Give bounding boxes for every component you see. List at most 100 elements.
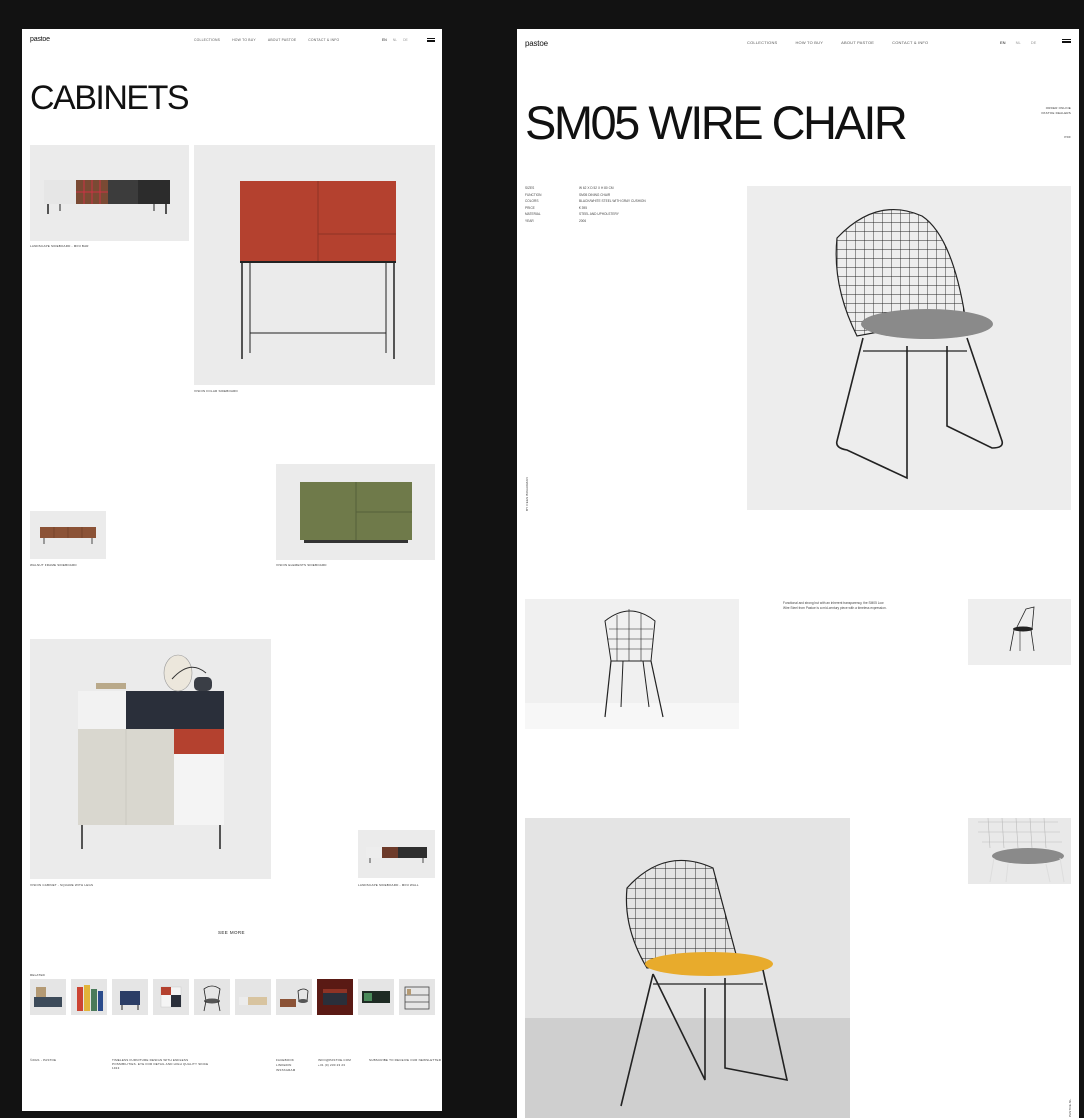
product-image-walnut-sideboard[interactable] (30, 511, 106, 559)
footer-social: FACEBOOK LINKEDIN INSTAGRAM (276, 1058, 295, 1072)
spec-label: YEAR (525, 218, 534, 223)
vision-tall-illustration (240, 181, 396, 359)
product-page: pastoe COLLECTIONS HOW TO BUY ABOUT PAST… (517, 29, 1079, 1118)
instagram-link[interactable]: INSTAGRAM (276, 1068, 295, 1072)
facebook-link[interactable]: FACEBOOK (276, 1058, 295, 1062)
wire-chair-side-illustration (525, 609, 739, 729)
nav-how-to-buy[interactable]: HOW TO BUY (795, 40, 823, 45)
spec-label: MATERIAL (525, 212, 541, 217)
nav-about-pastoe[interactable]: ABOUT PASTOE (841, 40, 874, 45)
related-thumb[interactable] (276, 979, 312, 1015)
product-image-detail[interactable] (968, 818, 1071, 884)
spec-label: SIZES (525, 186, 535, 190)
footer-tagline: TIMELESS FURNITURE DESIGN WITH ENDLESS P… (112, 1058, 209, 1070)
spec-label: FUNCTION (525, 192, 542, 197)
order-links: ORDER ONLINE PASTOE DEALERS (1041, 106, 1071, 115)
product-image-main[interactable] (747, 186, 1071, 510)
lang-de[interactable]: DE (403, 38, 408, 42)
lang-en[interactable]: EN (382, 38, 387, 42)
landscape-sideboard-illustration (44, 180, 170, 214)
top-nav: COLLECTIONS HOW TO BUY ABOUT PASTOE CONT… (194, 38, 339, 42)
spec-value: BLACK/WHITE STEEL WITH GRAY CUSHION (579, 199, 646, 204)
related-thumbnails (30, 979, 435, 1015)
product-image-vision-square[interactable] (30, 639, 271, 879)
lang-nl[interactable]: NL (393, 38, 397, 42)
thumb-6-illustration (239, 997, 267, 1005)
wire-chair-gray-illustration (835, 209, 1004, 480)
spec-label: PRICE (525, 205, 535, 210)
caption-landscape-sideboard: LANDSCAPE SIDEBOARD - MINI BAR (30, 244, 89, 248)
footer-contact: INFO@PASTOE.COM +31 (0) 230 23 23 (318, 1058, 351, 1067)
designer-credit: BY CEES BRAAKMAN (525, 477, 529, 511)
pdf-link[interactable]: PDF (1064, 135, 1071, 139)
caption-vision-square: VISION CABINET - SQUARE WITH LEGS (30, 883, 94, 887)
menu-icon[interactable] (1062, 39, 1071, 43)
related-thumb[interactable] (235, 979, 271, 1015)
thumb-10-illustration (404, 986, 430, 1010)
spec-value: SM05 DINING CHAIR (579, 192, 611, 197)
order-online-link[interactable]: ORDER ONLINE (1041, 106, 1071, 110)
caption-landscape-sideboard-2: LANDSCAPE SIDEBOARD - MINI WALL (358, 883, 419, 887)
lang-nl[interactable]: NL (1016, 40, 1021, 45)
nav-contact-info[interactable]: CONTACT & INFO (308, 38, 339, 42)
spec-value: 2006 (579, 218, 587, 223)
cabinets-page: pastoe COLLECTIONS HOW TO BUY ABOUT PAST… (22, 29, 442, 1111)
nav-how-to-buy[interactable]: HOW TO BUY (232, 38, 256, 42)
related-thumb[interactable] (71, 979, 107, 1015)
product-description: Functional and strong but with an inhere… (783, 601, 887, 610)
spec-value: W 62 X D 52 X H 80 CM (579, 186, 614, 190)
lang-de[interactable]: DE (1031, 40, 1037, 45)
green-sideboard-illustration (300, 482, 412, 543)
related-thumb[interactable] (399, 979, 435, 1015)
related-label: RELATED (30, 973, 46, 977)
caption-walnut-sideboard: WALNUT FRAME SIDEBOARD (30, 563, 77, 567)
pastoe-logo[interactable]: pastoe (30, 36, 50, 43)
wire-chair-yellow-illustration (525, 859, 850, 1118)
related-thumb[interactable] (194, 979, 230, 1015)
product-image-yellow-cushion[interactable] (525, 818, 850, 1118)
product-image-side-small[interactable] (968, 599, 1071, 665)
wire-chair-small-illustration (1009, 606, 1035, 652)
related-thumb[interactable] (317, 979, 353, 1015)
thumb-7-illustration (280, 988, 309, 1007)
product-image-side[interactable] (525, 599, 739, 729)
related-thumb[interactable] (153, 979, 189, 1015)
caption-green-sideboard: VISION ELEMENTS SIDEBOARD (276, 563, 327, 567)
product-image-green-sideboard[interactable] (276, 464, 435, 560)
nav-about-pastoe[interactable]: ABOUT PASTOE (268, 38, 296, 42)
language-switcher: EN NL DE (1000, 40, 1036, 45)
spec-value: € 395 (579, 205, 587, 210)
nav-contact-info[interactable]: CONTACT & INFO (892, 40, 928, 45)
related-thumb[interactable] (30, 979, 66, 1015)
nav-collections[interactable]: COLLECTIONS (747, 40, 777, 45)
phone-link[interactable]: +31 (0) 230 23 23 (318, 1063, 351, 1067)
newsletter-link[interactable]: SUBSCRIBE TO RECEIVE OUR NEWSLETTER (369, 1058, 441, 1062)
spec-table: SIZES W 62 X D 52 X H 80 CM FUNCTION SM05 … (525, 186, 646, 223)
thumb-3-illustration (120, 991, 140, 1010)
lang-en[interactable]: EN (1000, 40, 1006, 45)
see-more-button[interactable]: SEE MORE (218, 930, 245, 935)
vertical-site-label: PASTOE.NL (1068, 1098, 1072, 1117)
product-image-landscape-sideboard-2[interactable] (358, 830, 435, 878)
email-link[interactable]: INFO@PASTOE.COM (318, 1058, 351, 1062)
menu-icon[interactable] (427, 38, 435, 42)
nav-collections[interactable]: COLLECTIONS (194, 38, 220, 42)
linkedin-link[interactable]: LINKEDIN (276, 1063, 295, 1067)
related-thumb[interactable] (358, 979, 394, 1015)
related-thumb[interactable] (112, 979, 148, 1015)
spec-label: COLORS (525, 199, 539, 204)
thumb-5-illustration (203, 985, 221, 1012)
product-title: SM05 WIRE CHAIR (525, 96, 908, 149)
thumb-9-illustration (362, 991, 390, 1003)
product-image-landscape-sideboard[interactable] (30, 145, 189, 241)
pastoe-logo[interactable]: pastoe (525, 39, 548, 48)
caption-vision-tall: VISION FOLAR SIDEBOARD (194, 389, 238, 393)
walnut-sideboard-illustration (40, 527, 96, 544)
top-nav: COLLECTIONS HOW TO BUY ABOUT PASTOE CONT… (747, 40, 928, 45)
thumb-4-illustration (160, 986, 182, 1008)
pastoe-dealers-link[interactable]: PASTOE DEALERS (1041, 111, 1071, 115)
vision-square-illustration (78, 654, 224, 849)
product-image-vision-tall[interactable] (194, 145, 435, 385)
wire-chair-detail-illustration (978, 818, 1065, 883)
thumb-2-illustration (77, 985, 103, 1011)
